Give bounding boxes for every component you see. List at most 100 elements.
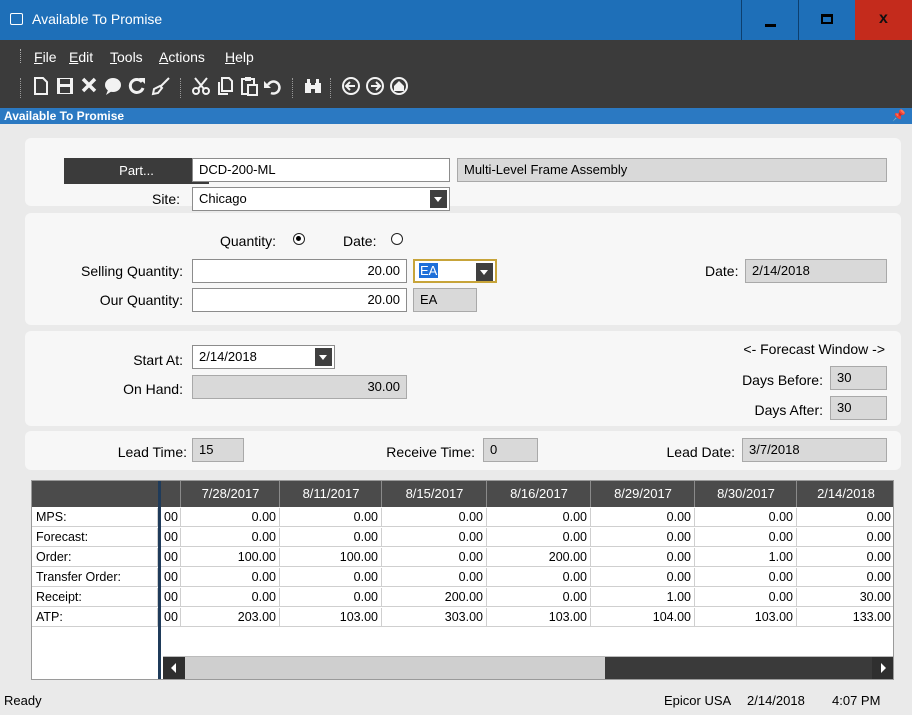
new-icon[interactable] bbox=[30, 76, 52, 100]
clear-icon[interactable] bbox=[150, 76, 172, 100]
close-button[interactable]: x bbox=[855, 0, 912, 40]
part-input[interactable]: DCD-200-ML bbox=[192, 158, 450, 182]
table-cell[interactable]: 0.00 bbox=[592, 508, 695, 527]
table-cell[interactable]: 0.00 bbox=[488, 508, 591, 527]
table-cell[interactable]: 30.00 bbox=[798, 588, 893, 607]
grid-col-header[interactable]: 7/28/2017 bbox=[182, 481, 280, 507]
table-cell[interactable]: 0.00 bbox=[488, 528, 591, 547]
table-cell[interactable]: 303.00 bbox=[383, 608, 487, 627]
table-row[interactable]: MPS: 00 0.00 0.00 0.00 0.00 0.00 0.00 0.00 bbox=[32, 508, 893, 527]
table-cell[interactable]: 0.00 bbox=[592, 528, 695, 547]
table-cell[interactable]: 0.00 bbox=[696, 528, 797, 547]
horizontal-scrollbar[interactable] bbox=[163, 656, 893, 679]
quantity-radio[interactable] bbox=[293, 233, 305, 245]
table-cell[interactable]: 200.00 bbox=[383, 588, 487, 607]
table-row[interactable]: ATP: 00 203.00 103.00 303.00 103.00 104.00 103.… bbox=[32, 608, 893, 627]
save-icon[interactable] bbox=[54, 76, 76, 100]
table-cell[interactable]: 0.00 bbox=[383, 528, 487, 547]
table-cell[interactable]: 0.00 bbox=[798, 528, 893, 547]
table-cell[interactable]: 0.00 bbox=[182, 528, 280, 547]
selling-quantity-input[interactable]: 20.00 bbox=[192, 259, 407, 283]
grid-col-header[interactable]: 2/14/2018 bbox=[798, 481, 893, 507]
comment-icon[interactable] bbox=[102, 76, 124, 100]
table-cell[interactable]: 0.00 bbox=[182, 568, 280, 587]
table-cell[interactable]: 103.00 bbox=[281, 608, 382, 627]
grid-col-header[interactable]: 8/29/2017 bbox=[592, 481, 695, 507]
table-cell[interactable]: 00 bbox=[161, 568, 181, 587]
menu-file[interactable]: File bbox=[34, 49, 57, 65]
table-cell[interactable]: 0.00 bbox=[383, 548, 487, 567]
table-cell[interactable]: 0.00 bbox=[696, 568, 797, 587]
grid-col-header[interactable]: 8/30/2017 bbox=[696, 481, 797, 507]
table-cell[interactable]: 00 bbox=[161, 528, 181, 547]
menu-tools[interactable]: Tools bbox=[110, 49, 143, 65]
minimize-button[interactable] bbox=[741, 0, 798, 40]
table-cell[interactable]: 0.00 bbox=[798, 568, 893, 587]
site-dropdown[interactable]: Chicago bbox=[192, 187, 450, 211]
table-row[interactable]: Order: 00 100.00 100.00 0.00 200.00 0.00 1.00 0.… bbox=[32, 548, 893, 567]
copy-icon[interactable] bbox=[214, 76, 236, 100]
scroll-right-icon[interactable] bbox=[872, 657, 893, 679]
delete-icon[interactable] bbox=[78, 76, 100, 100]
home-icon[interactable] bbox=[388, 76, 410, 100]
selling-uom-dropdown[interactable]: EA bbox=[413, 259, 497, 283]
start-at-dropdown[interactable]: 2/14/2018 bbox=[192, 345, 335, 369]
menu-actions[interactable]: Actions bbox=[159, 49, 205, 65]
grid-splitter[interactable] bbox=[158, 481, 161, 679]
forward-icon[interactable] bbox=[364, 76, 386, 100]
atp-grid[interactable]: 7/28/2017 8/11/2017 8/15/2017 8/16/2017 … bbox=[31, 480, 894, 680]
table-cell[interactable]: 0.00 bbox=[798, 508, 893, 527]
scroll-thumb[interactable] bbox=[185, 657, 605, 679]
table-cell[interactable]: 104.00 bbox=[592, 608, 695, 627]
table-cell[interactable]: 0.00 bbox=[383, 568, 487, 587]
our-quantity-input[interactable]: 20.00 bbox=[192, 288, 407, 312]
scroll-track[interactable] bbox=[605, 657, 872, 679]
table-cell[interactable]: 0.00 bbox=[696, 508, 797, 527]
date-radio[interactable] bbox=[391, 233, 403, 245]
menu-help[interactable]: Help bbox=[225, 49, 254, 65]
table-cell[interactable]: 1.00 bbox=[592, 588, 695, 607]
grid-col-header[interactable]: 8/16/2017 bbox=[488, 481, 591, 507]
table-row[interactable]: Forecast: 00 0.00 0.00 0.00 0.00 0.00 0.00 0.00 bbox=[32, 528, 893, 547]
table-cell[interactable]: 0.00 bbox=[696, 588, 797, 607]
grid-col-header[interactable]: 8/11/2017 bbox=[281, 481, 382, 507]
search-icon[interactable] bbox=[302, 76, 324, 100]
scroll-left-icon[interactable] bbox=[163, 657, 185, 679]
table-cell[interactable]: 0.00 bbox=[182, 508, 280, 527]
table-cell[interactable]: 103.00 bbox=[488, 608, 591, 627]
table-cell[interactable]: 200.00 bbox=[488, 548, 591, 567]
table-cell[interactable]: 0.00 bbox=[488, 588, 591, 607]
table-cell[interactable]: 1.00 bbox=[696, 548, 797, 567]
table-cell[interactable]: 203.00 bbox=[182, 608, 280, 627]
table-cell[interactable]: 100.00 bbox=[182, 548, 280, 567]
table-cell[interactable]: 0.00 bbox=[798, 548, 893, 567]
paste-icon[interactable] bbox=[238, 76, 260, 100]
undo-icon[interactable] bbox=[262, 76, 284, 100]
table-cell[interactable]: 0.00 bbox=[592, 548, 695, 567]
back-icon[interactable] bbox=[340, 76, 362, 100]
part-button[interactable]: Part... bbox=[64, 158, 209, 184]
table-cell[interactable]: 00 bbox=[161, 608, 181, 627]
refresh-icon[interactable] bbox=[126, 76, 148, 100]
table-cell[interactable]: 0.00 bbox=[281, 588, 382, 607]
table-cell[interactable]: 103.00 bbox=[696, 608, 797, 627]
table-cell[interactable]: 100.00 bbox=[281, 548, 382, 567]
table-cell[interactable]: 0.00 bbox=[281, 568, 382, 587]
table-cell[interactable]: 0.00 bbox=[488, 568, 591, 587]
table-cell[interactable]: 00 bbox=[161, 508, 181, 527]
table-cell[interactable]: 0.00 bbox=[182, 588, 280, 607]
maximize-button[interactable] bbox=[798, 0, 855, 40]
table-cell[interactable]: 0.00 bbox=[281, 508, 382, 527]
table-cell[interactable]: 0.00 bbox=[592, 568, 695, 587]
table-cell[interactable]: 0.00 bbox=[383, 508, 487, 527]
cut-icon[interactable] bbox=[190, 76, 212, 100]
table-cell[interactable]: 0.00 bbox=[281, 528, 382, 547]
table-row[interactable]: Transfer Order: 00 0.00 0.00 0.00 0.00 0.00 0.0… bbox=[32, 568, 893, 587]
table-cell[interactable]: 133.00 bbox=[798, 608, 893, 627]
pin-icon[interactable]: 📌 bbox=[892, 108, 906, 124]
table-row[interactable]: Receipt: 00 0.00 0.00 200.00 0.00 1.00 0.00 30.0… bbox=[32, 588, 893, 607]
table-cell[interactable]: 00 bbox=[161, 548, 181, 567]
menu-edit[interactable]: Edit bbox=[69, 49, 93, 65]
table-cell[interactable]: 00 bbox=[161, 588, 181, 607]
grid-col-header[interactable]: 8/15/2017 bbox=[383, 481, 487, 507]
